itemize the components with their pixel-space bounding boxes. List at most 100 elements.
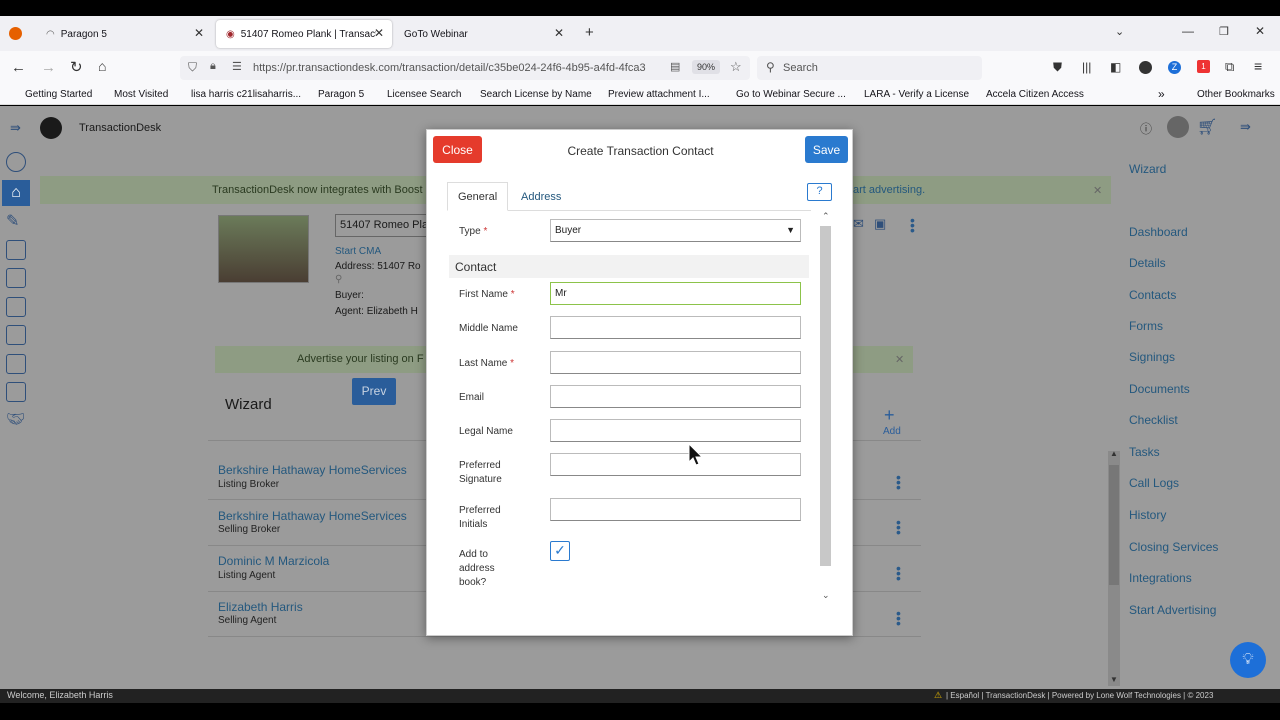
banner-close-icon[interactable]: ✕ — [1093, 184, 1102, 197]
contact-name[interactable]: Dominic M Marzicola — [218, 554, 329, 568]
sidebar-item-details[interactable]: Details — [1129, 256, 1166, 270]
folders-icon[interactable] — [6, 268, 26, 288]
modal-scrollbar-track[interactable] — [820, 226, 831, 566]
tab-gotowebinar[interactable]: GoTo Webinar ✕ — [394, 20, 572, 48]
shield-icon[interactable]: ⛉ — [188, 60, 197, 75]
banner-link[interactable]: art advertising. — [853, 184, 925, 196]
add-icon[interactable]: + — [884, 405, 895, 426]
other-bookmarks[interactable]: Other Bookmarks — [1197, 89, 1275, 100]
add-to-address-book-checkbox[interactable]: ✓ — [550, 541, 570, 561]
modal-scroll-down-icon[interactable]: ⌄ — [822, 590, 830, 601]
tab-address[interactable]: Address — [511, 182, 571, 211]
new-tab-icon[interactable]: + — [585, 24, 594, 41]
home-icon[interactable]: ⌂ — [98, 58, 106, 74]
calendar-icon[interactable] — [6, 297, 26, 317]
sidebar-item-wizard[interactable]: Wizard — [1129, 162, 1166, 176]
bookmark-item[interactable]: Search License by Name — [480, 89, 592, 100]
more-options-icon[interactable]: • • • — [910, 213, 915, 237]
edit-icon[interactable]: ✎ — [6, 211, 26, 231]
bookmark-star-icon[interactable]: ☆ — [730, 59, 742, 75]
home-nav-icon[interactable]: ⌂ — [2, 180, 30, 206]
contact-name[interactable]: Berkshire Hathaway HomeServices — [218, 463, 407, 477]
search-bar[interactable]: ⚲ Search — [757, 56, 982, 80]
reader-view-icon[interactable]: ▤ — [670, 60, 680, 73]
collapse-panel-icon[interactable]: ⇛ — [1240, 119, 1251, 135]
bookmark-item[interactable]: Accela Citizen Access — [986, 89, 1084, 100]
firefox-icon[interactable] — [9, 27, 22, 40]
start-cma-link[interactable]: Start CMA — [335, 246, 381, 257]
advertise-close-icon[interactable]: ✕ — [895, 353, 904, 366]
sidebar-item-dashboard[interactable]: Dashboard — [1129, 225, 1188, 239]
bookmark-item[interactable]: Licensee Search — [387, 89, 462, 100]
contact-options-icon[interactable]: • • • — [896, 515, 901, 539]
handshake-icon[interactable]: 🤝︎ — [6, 410, 26, 430]
forward-icon[interactable]: → — [41, 59, 56, 76]
more-bookmarks-icon[interactable]: » — [1158, 87, 1165, 101]
tab-transaction[interactable]: ◉ 51407 Romeo Plank | Transactio ✕ — [216, 20, 392, 48]
help-icon[interactable]: ⓘ — [1140, 120, 1152, 137]
tab-general[interactable]: General — [447, 182, 509, 211]
contact-name[interactable]: Elizabeth Harris — [218, 600, 303, 614]
lock-icon[interactable]: 🔒︎ — [210, 60, 216, 73]
sidebar-item-signings[interactable]: Signings — [1129, 350, 1175, 364]
url-text[interactable]: https://pr.transactiondesk.com/transacti… — [253, 62, 663, 74]
property-address-field[interactable]: 51407 Romeo Plank — [335, 214, 430, 237]
help-screen-icon[interactable]: ? — [807, 183, 832, 201]
bookmark-item[interactable]: Preview attachment I... — [608, 89, 710, 100]
restore-icon[interactable]: ❐ — [1219, 25, 1229, 38]
save-button[interactable]: Save — [805, 136, 848, 163]
library-icon[interactable]: ||| — [1082, 60, 1091, 74]
sidebar-item-integrations[interactable]: Integrations — [1129, 571, 1192, 585]
tab-paragon[interactable]: ◠ Paragon 5 ✕ — [36, 20, 212, 48]
sidebar-item-checklist[interactable]: Checklist — [1129, 413, 1178, 427]
minimize-icon[interactable]: — — [1182, 24, 1194, 38]
permissions-icon[interactable]: ☰ — [232, 60, 242, 73]
menu-toggle-icon[interactable]: ⇛ — [10, 120, 21, 136]
file-icon[interactable] — [6, 382, 26, 402]
bookmark-item[interactable]: lisa harris c21lisaharris... — [191, 89, 301, 100]
first-name-input[interactable]: Mr — [550, 282, 801, 305]
sidebar-item-call-logs[interactable]: Call Logs — [1129, 476, 1179, 490]
close-window-icon[interactable]: ✕ — [1255, 24, 1265, 38]
contact-name[interactable]: Berkshire Hathaway HomeServices — [218, 509, 407, 523]
url-bar[interactable]: ⛉ 🔒︎ ☰ https://pr.transactiondesk.com/tr… — [180, 56, 750, 80]
contact-options-icon[interactable]: • • • — [896, 470, 901, 494]
close-tab-icon[interactable]: ✕ — [554, 26, 564, 40]
bookmark-item[interactable]: LARA - Verify a License — [864, 89, 969, 100]
account-icon[interactable] — [1139, 61, 1152, 74]
documents-icon[interactable] — [6, 240, 26, 260]
sidebar-icon[interactable]: ◧ — [1110, 60, 1121, 74]
advertise-text[interactable]: Advertise your listing on F — [297, 353, 424, 365]
add-label[interactable]: Add — [883, 426, 901, 437]
dashboard-icon[interactable] — [6, 152, 26, 172]
list-tabs-icon[interactable]: ⌄ — [1115, 25, 1124, 38]
legal-name-input[interactable] — [550, 419, 801, 442]
sidebar-item-forms[interactable]: Forms — [1129, 319, 1163, 333]
zoom-level[interactable]: 90% — [692, 60, 721, 74]
contact-options-icon[interactable]: • • • — [896, 606, 901, 630]
last-name-input[interactable] — [550, 351, 801, 374]
bookmark-item[interactable]: Go to Webinar Secure ... — [736, 89, 846, 100]
close-tab-icon[interactable]: ✕ — [194, 26, 204, 40]
sidebar-item-tasks[interactable]: Tasks — [1129, 445, 1160, 459]
extension-z-icon[interactable]: Z — [1168, 61, 1181, 74]
middle-name-input[interactable] — [550, 316, 801, 339]
pocket-icon[interactable]: ⛊ — [1053, 60, 1062, 75]
email-icon[interactable]: ✉ — [853, 216, 864, 232]
prev-button[interactable]: Prev — [352, 378, 396, 405]
page-scrollbar[interactable]: ▲ ▼ — [1108, 449, 1120, 686]
scroll-down-icon[interactable]: ▼ — [1110, 675, 1118, 684]
extensions-icon[interactable]: ⧉ — [1225, 59, 1234, 75]
bookmark-item[interactable]: Getting Started — [25, 89, 92, 100]
close-tab-icon[interactable]: ✕ — [374, 26, 384, 40]
preferred-signature-input[interactable] — [550, 453, 801, 476]
modal-scroll-up-icon[interactable]: ⌃ — [822, 211, 830, 222]
back-icon[interactable]: ← — [11, 59, 26, 76]
type-select[interactable]: Buyer ▼ — [550, 219, 801, 242]
sidebar-item-closing-services[interactable]: Closing Services — [1129, 540, 1218, 554]
user-avatar-icon[interactable] — [1167, 116, 1189, 138]
email-input[interactable] — [550, 385, 801, 408]
contacts-card-icon[interactable] — [6, 325, 26, 345]
lightbulb-icon[interactable]: 💡︎ — [1230, 642, 1266, 678]
id-card-icon[interactable]: ▣ — [874, 216, 886, 232]
